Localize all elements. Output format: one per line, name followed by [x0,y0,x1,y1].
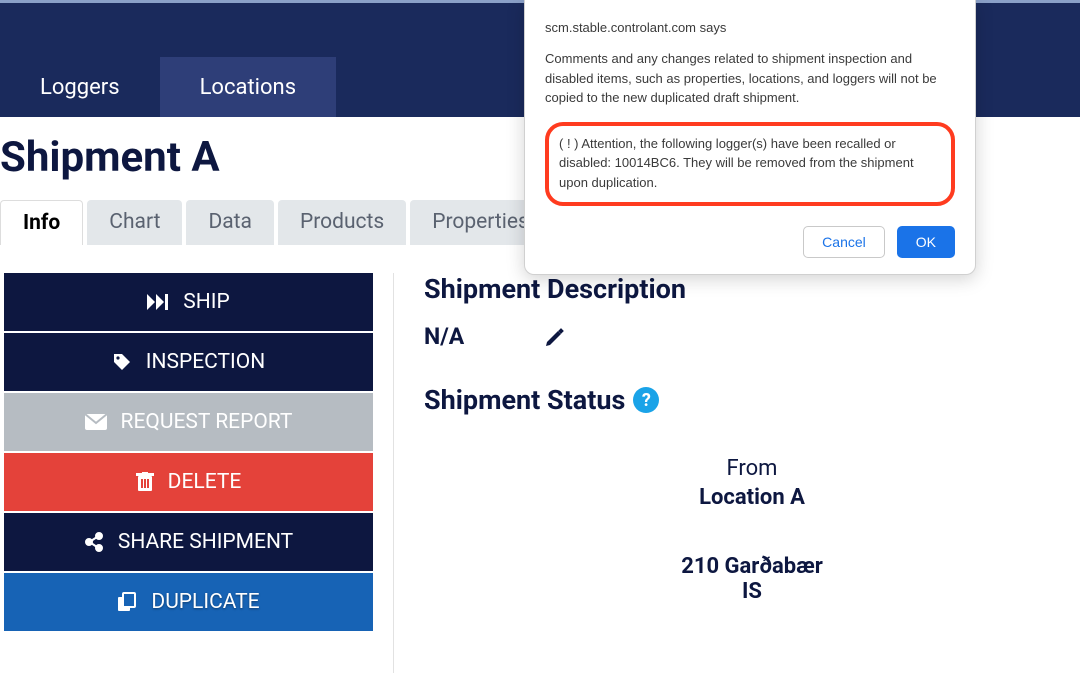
shipment-description-heading: Shipment Description [424,273,1080,305]
tab-data[interactable]: Data [186,200,274,245]
ship-button[interactable]: SHIP [4,273,373,331]
shipment-status-heading: Shipment Status [424,384,625,416]
shipment-description-value: N/A [424,323,464,350]
share-icon [84,532,104,552]
nav-loggers[interactable]: Loggers [0,57,160,117]
duplicate-icon [117,592,137,612]
edit-description-icon[interactable] [544,326,566,348]
trash-icon [136,472,154,492]
delete-button-label: DELETE [168,470,242,494]
from-location-block: From Location A 210 Garðabær IS [532,456,972,604]
ship-button-label: SHIP [183,290,229,314]
from-location-name: Location A [532,485,972,510]
share-shipment-button-label: SHARE SHIPMENT [118,530,293,554]
from-country: IS [532,579,972,604]
inspection-button[interactable]: INSPECTION [4,333,373,391]
dialog-source: scm.stable.controlant.com says [545,20,955,35]
delete-button[interactable]: DELETE [4,453,373,511]
inspection-button-label: INSPECTION [146,350,265,374]
tab-info[interactable]: Info [0,200,83,245]
envelope-icon [85,414,107,430]
tag-icon [112,352,132,372]
request-report-button: REQUEST REPORT [4,393,373,451]
ok-button[interactable]: OK [897,226,955,258]
tab-products[interactable]: Products [278,200,406,245]
duplicate-button[interactable]: DUPLICATE [4,573,373,631]
confirm-dialog: scm.stable.controlant.com says Comments … [524,0,976,275]
request-report-button-label: REQUEST REPORT [121,410,293,434]
nav-locations[interactable]: Locations [160,57,336,117]
from-label: From [532,456,972,481]
dialog-message-1: Comments and any changes related to ship… [545,49,955,108]
from-address: 210 Garðabær [532,554,972,579]
duplicate-button-label: DUPLICATE [151,590,259,614]
tab-chart[interactable]: Chart [87,200,182,245]
share-shipment-button[interactable]: SHARE SHIPMENT [4,513,373,571]
action-sidebar: SHIP INSPECTION REQUEST REPORT DELETE SH… [0,273,394,673]
help-icon[interactable]: ? [633,387,659,413]
dialog-warning-box: ( ! ) Attention, the following logger(s)… [545,122,955,207]
cancel-button[interactable]: Cancel [803,226,885,258]
fast-forward-icon [147,294,169,310]
